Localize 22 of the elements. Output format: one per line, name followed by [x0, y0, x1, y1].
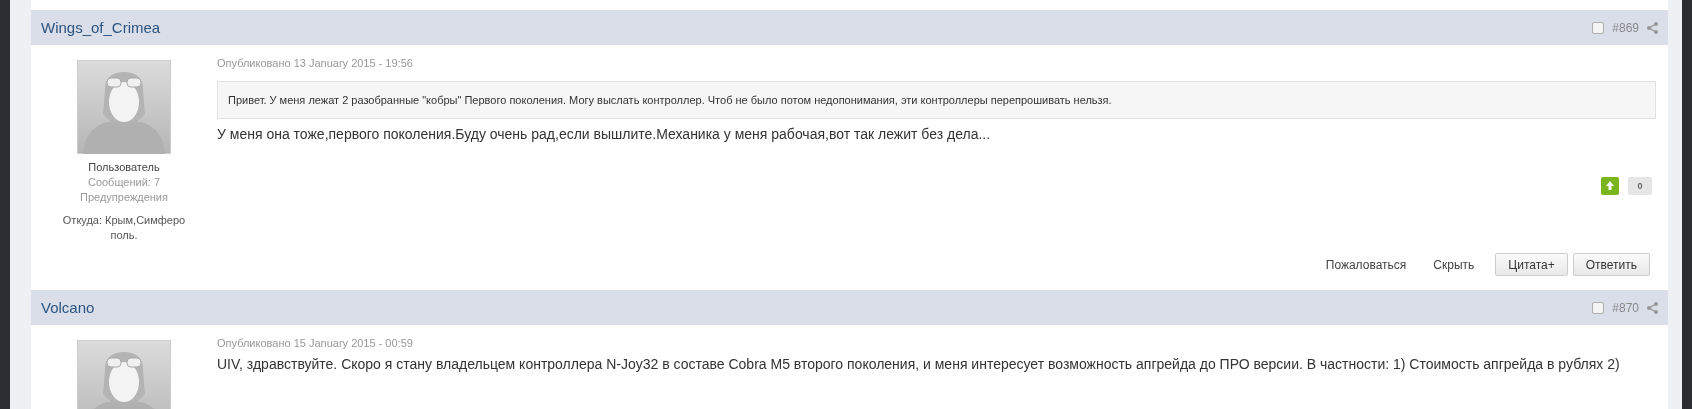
share-icon[interactable] — [1647, 21, 1658, 34]
quote-text: Привет. У меня лежат 2 разобранные "кобры" Первого поколения. Могу выслать контроллер. Чтоб не было потом недопонимания, эти контроллеры перепрошивать нельзя. — [228, 94, 1112, 106]
author-link[interactable]: Volcano — [41, 299, 95, 316]
select-checkbox[interactable] — [1592, 21, 1605, 34]
warnings-label: Предупреждения — [80, 190, 168, 205]
post-text: UIV, здравствуйте. Скоро я стану владельцем контроллера N-Joy32 в составе Cobra M5 второго поколения, и меня интересует возможность апгрейда до ПРО версии. В частности: 1) Стоимость апгрейда в рублях 2) — [217, 355, 1620, 373]
reputation-count: 0 — [1628, 177, 1652, 195]
member-group: Пользователь — [88, 160, 160, 175]
upvote-icon[interactable] — [1601, 177, 1619, 195]
post-date: Опубликовано 15 January 2015 - 00:59 — [217, 337, 413, 349]
post-count: Сообщений: 7 — [87, 175, 161, 190]
post-date: Опубликовано 13 January 2015 - 19:56 — [217, 57, 413, 69]
action-button[interactable]: Цитата+ — [1495, 253, 1568, 276]
action-link[interactable]: Пожаловаться — [1325, 257, 1407, 272]
location-text: Откуда: Крым,Симферополь. — [62, 213, 186, 243]
avatar-icon — [77, 60, 171, 154]
author-link[interactable]: Wings_of_Crimea — [41, 19, 161, 36]
select-checkbox[interactable] — [1592, 301, 1605, 314]
action-link[interactable]: Скрыть — [1433, 257, 1475, 272]
post-text: У меня она тоже,первого поколения.Буду очень рад,если вышлите.Механика у меня рабочая,вот так лежит без дела... — [217, 125, 991, 143]
share-icon[interactable] — [1647, 301, 1658, 314]
action-button[interactable]: Ответить — [1572, 253, 1650, 276]
